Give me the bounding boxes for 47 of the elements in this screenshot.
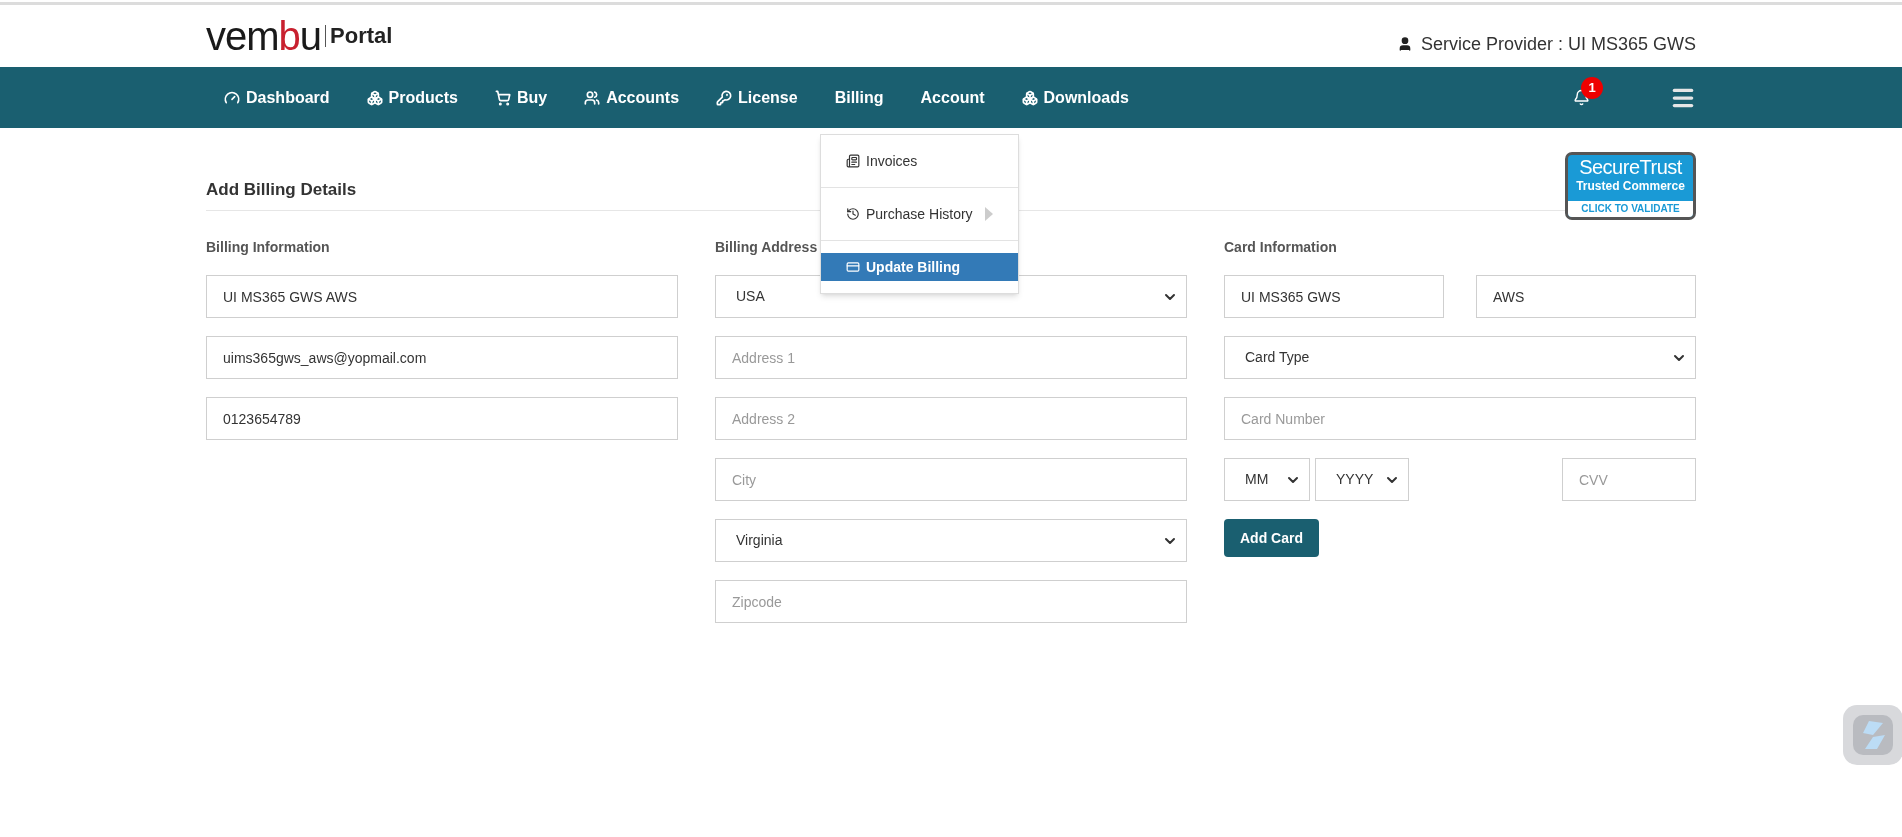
cubes-icon <box>1021 89 1038 106</box>
nav-link[interactable]: Buy <box>494 85 548 110</box>
notification-badge: 1 <box>1581 77 1603 99</box>
input-field[interactable]: Address 2 <box>715 397 1187 440</box>
submenu-arrow-icon <box>985 207 993 221</box>
gauge-icon <box>224 89 240 106</box>
input-field[interactable]: City <box>715 458 1187 501</box>
input-field[interactable]: uims365gws_aws@yopmail.com <box>206 336 678 379</box>
nav-link[interactable]: Dashboard <box>224 85 330 110</box>
menu-item[interactable]: Update Billing <box>821 253 1018 281</box>
users-icon <box>584 89 601 106</box>
logo[interactable]: vembu <box>206 16 322 56</box>
section-title: Billing Information <box>206 238 331 257</box>
input-field[interactable]: 0123654789 <box>206 397 678 440</box>
cart-icon <box>494 89 511 106</box>
nav-link[interactable]: License <box>716 85 798 110</box>
add-card-button[interactable]: Add Card <box>1224 519 1319 557</box>
page-title: Add Billing Details <box>206 178 357 201</box>
input-field[interactable]: CVV <box>1562 458 1696 501</box>
menu-item[interactable]: Purchase History <box>821 200 1018 228</box>
credit-card-icon <box>846 260 860 274</box>
select-field[interactable]: Card Type <box>1224 336 1696 379</box>
history-icon <box>846 207 860 221</box>
nav-link[interactable]: Downloads <box>1021 85 1129 110</box>
product-name: Portal <box>325 25 393 47</box>
section-title: Card Information <box>1224 238 1338 257</box>
nav-link[interactable]: Products <box>366 85 458 110</box>
input-field[interactable]: UI MS365 GWS AWS <box>206 275 678 318</box>
input-field[interactable]: AWS <box>1476 275 1696 318</box>
notification-bell-icon[interactable] <box>1573 89 1590 106</box>
input-field[interactable]: Address 1 <box>715 336 1187 379</box>
newspaper-icon <box>846 154 860 168</box>
nav-link[interactable]: Billing <box>834 85 884 110</box>
menu-item[interactable]: Invoices <box>821 147 1018 175</box>
nav-link[interactable]: Account <box>920 85 985 110</box>
nav-link[interactable]: Accounts <box>584 85 680 110</box>
input-field[interactable]: Card Number <box>1224 397 1696 440</box>
user-label: Service Provider : UI MS365 GWS <box>1420 32 1696 56</box>
input-field[interactable]: UI MS365 GWS <box>1224 275 1444 318</box>
select-field[interactable]: YYYY <box>1315 458 1409 501</box>
section-title: Billing Address <box>715 238 819 257</box>
key-icon <box>716 89 733 106</box>
slash-logo-icon <box>1853 715 1893 755</box>
input-field[interactable]: Zipcode <box>715 580 1187 623</box>
cubes-icon <box>366 89 383 106</box>
select-field[interactable]: MM <box>1224 458 1310 501</box>
select-field[interactable]: Virginia <box>715 519 1187 562</box>
